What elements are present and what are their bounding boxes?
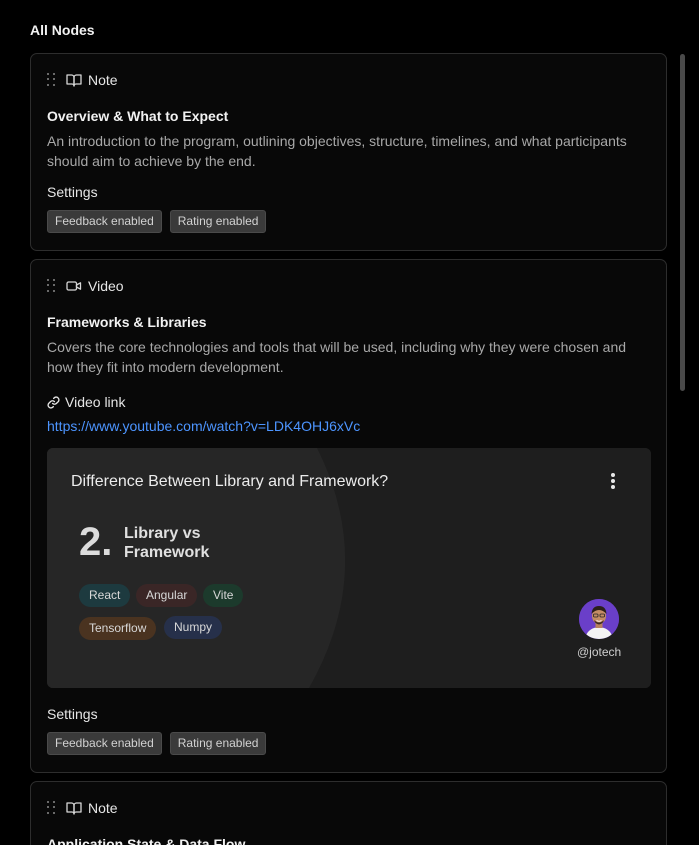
chapter-number: 2.: [79, 520, 113, 564]
feedback-badge: Feedback enabled: [47, 210, 162, 233]
drag-handle-icon[interactable]: [47, 279, 57, 293]
video-thumbnail[interactable]: Difference Between Library and Framework…: [47, 448, 651, 688]
video-url-link[interactable]: https://www.youtube.com/watch?v=LDK4OHJ6…: [47, 418, 360, 434]
rating-badge: Rating enabled: [169, 732, 267, 755]
video-link-label: Video link: [65, 394, 126, 410]
node-card-video[interactable]: Video Frameworks & Libraries Covers the …: [30, 259, 667, 773]
node-card-note[interactable]: Note Overview & What to Expect An introd…: [30, 53, 667, 251]
link-icon: [47, 395, 60, 409]
node-type-label: Note: [88, 72, 118, 88]
tag-react: React: [79, 584, 131, 607]
node-header: Video: [47, 278, 124, 294]
settings-label: Settings: [47, 184, 98, 200]
node-card-note[interactable]: Note Application State & Data Flow: [30, 781, 667, 845]
drag-handle-icon[interactable]: [47, 73, 57, 87]
tag-angular: Angular: [136, 584, 198, 607]
book-open-icon: [66, 72, 82, 88]
thumbnail-title: Difference Between Library and Framework…: [71, 473, 389, 490]
tag-tensorflow: Tensorflow: [79, 617, 157, 640]
node-header: Note: [47, 72, 118, 88]
tag-numpy: Numpy: [164, 616, 223, 639]
video-camera-icon: [66, 278, 82, 294]
node-title: Frameworks & Libraries: [47, 314, 207, 330]
feedback-badge: Feedback enabled: [47, 732, 162, 755]
video-link-label-row: Video link: [47, 394, 125, 410]
node-title: Application State & Data Flow: [47, 836, 246, 845]
section-title: All Nodes: [30, 22, 95, 38]
node-header: Note: [47, 800, 118, 816]
node-type-label: Video: [88, 278, 124, 294]
rating-badge: Rating enabled: [169, 210, 267, 233]
scrollbar-thumb[interactable]: [680, 54, 685, 391]
tag-vite: Vite: [203, 584, 244, 607]
node-title: Overview & What to Expect: [47, 108, 229, 124]
settings-label: Settings: [47, 706, 98, 722]
node-description: An introduction to the program, outlinin…: [47, 133, 627, 169]
book-open-icon: [66, 800, 82, 816]
settings-badges: Feedback enabled Rating enabled: [47, 210, 267, 233]
avatar: [579, 599, 619, 639]
more-options-icon[interactable]: [607, 472, 619, 490]
node-type-label: Note: [88, 800, 118, 816]
creator-handle: @jotech: [577, 645, 622, 659]
chapter-title: Library vs Framework: [124, 525, 210, 561]
node-description: Covers the core technologies and tools t…: [47, 339, 627, 375]
settings-badges: Feedback enabled Rating enabled: [47, 732, 267, 755]
drag-handle-icon[interactable]: [47, 801, 57, 815]
